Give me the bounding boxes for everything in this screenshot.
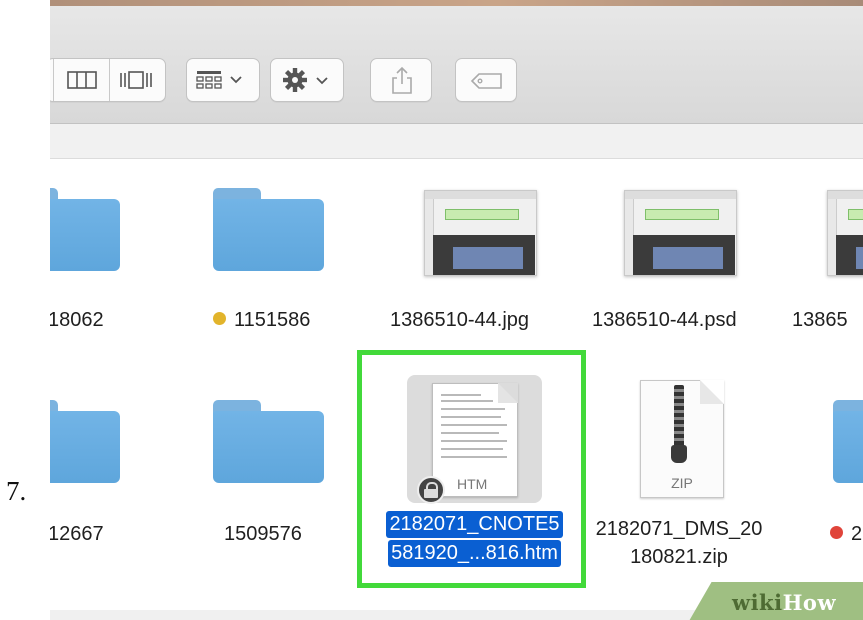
file-name-line-1: 2182071_DMS_20: [595, 518, 763, 540]
folder-icon[interactable]: [213, 188, 324, 271]
folder-icon[interactable]: [50, 188, 120, 271]
file-name-psd[interactable]: 1386510-44.psd: [592, 308, 737, 333]
group-by-button[interactable]: [186, 58, 260, 102]
zip-type-label: ZIP: [671, 475, 693, 491]
tag-icon: [470, 73, 502, 89]
share-icon: [392, 66, 412, 94]
folder-icon[interactable]: [50, 400, 120, 483]
folder-icon[interactable]: [213, 400, 324, 483]
tag-button[interactable]: [455, 58, 517, 102]
file-label-1151586[interactable]: 1151586: [213, 308, 310, 333]
cover-flow-view-icon[interactable]: [119, 71, 153, 89]
watermark-part-1: wiki: [732, 590, 783, 615]
image-thumbnail-partial[interactable]: [827, 190, 863, 276]
watermark-part-2: How: [782, 590, 837, 615]
toolbar: [50, 6, 863, 124]
share-button[interactable]: [370, 58, 432, 102]
path-bar: [50, 124, 863, 159]
zip-file-icon[interactable]: ZIP: [640, 380, 724, 498]
file-name-jpg[interactable]: 1386510-44.jpg: [390, 308, 529, 333]
file-name: 2: [851, 523, 863, 545]
file-name-12667[interactable]: 12667: [50, 522, 104, 547]
red-tag-dot: [830, 526, 843, 539]
finder-window: 18062 1151586 1386510-44.jpg 1386510-44.…: [50, 0, 863, 620]
file-name-line-2: 180821.zip: [630, 546, 728, 568]
highlight-box: [357, 350, 586, 588]
folder-icon[interactable]: [833, 400, 863, 483]
file-name-partial[interactable]: 13865: [792, 308, 848, 333]
file-name-1509576[interactable]: 1509576: [224, 522, 302, 547]
step-number: 7.: [6, 476, 27, 506]
yellow-tag-dot: [213, 312, 226, 325]
image-thumbnail-jpg[interactable]: [424, 190, 537, 276]
view-mode-group: [50, 58, 166, 102]
zip-file-label[interactable]: 2182071_DMS_20 180821.zip: [585, 515, 773, 571]
file-label-red[interactable]: 2: [830, 522, 862, 547]
file-name-18062[interactable]: 18062: [50, 308, 104, 333]
action-menu-button[interactable]: [270, 58, 344, 102]
arrange-grid-icon: [196, 71, 242, 89]
gear-icon: [283, 68, 328, 92]
columns-view-icon[interactable]: [67, 71, 97, 89]
file-name: 1151586: [234, 309, 311, 331]
wikihow-watermark: wikiHow: [732, 590, 836, 615]
image-thumbnail-psd[interactable]: [624, 190, 737, 276]
